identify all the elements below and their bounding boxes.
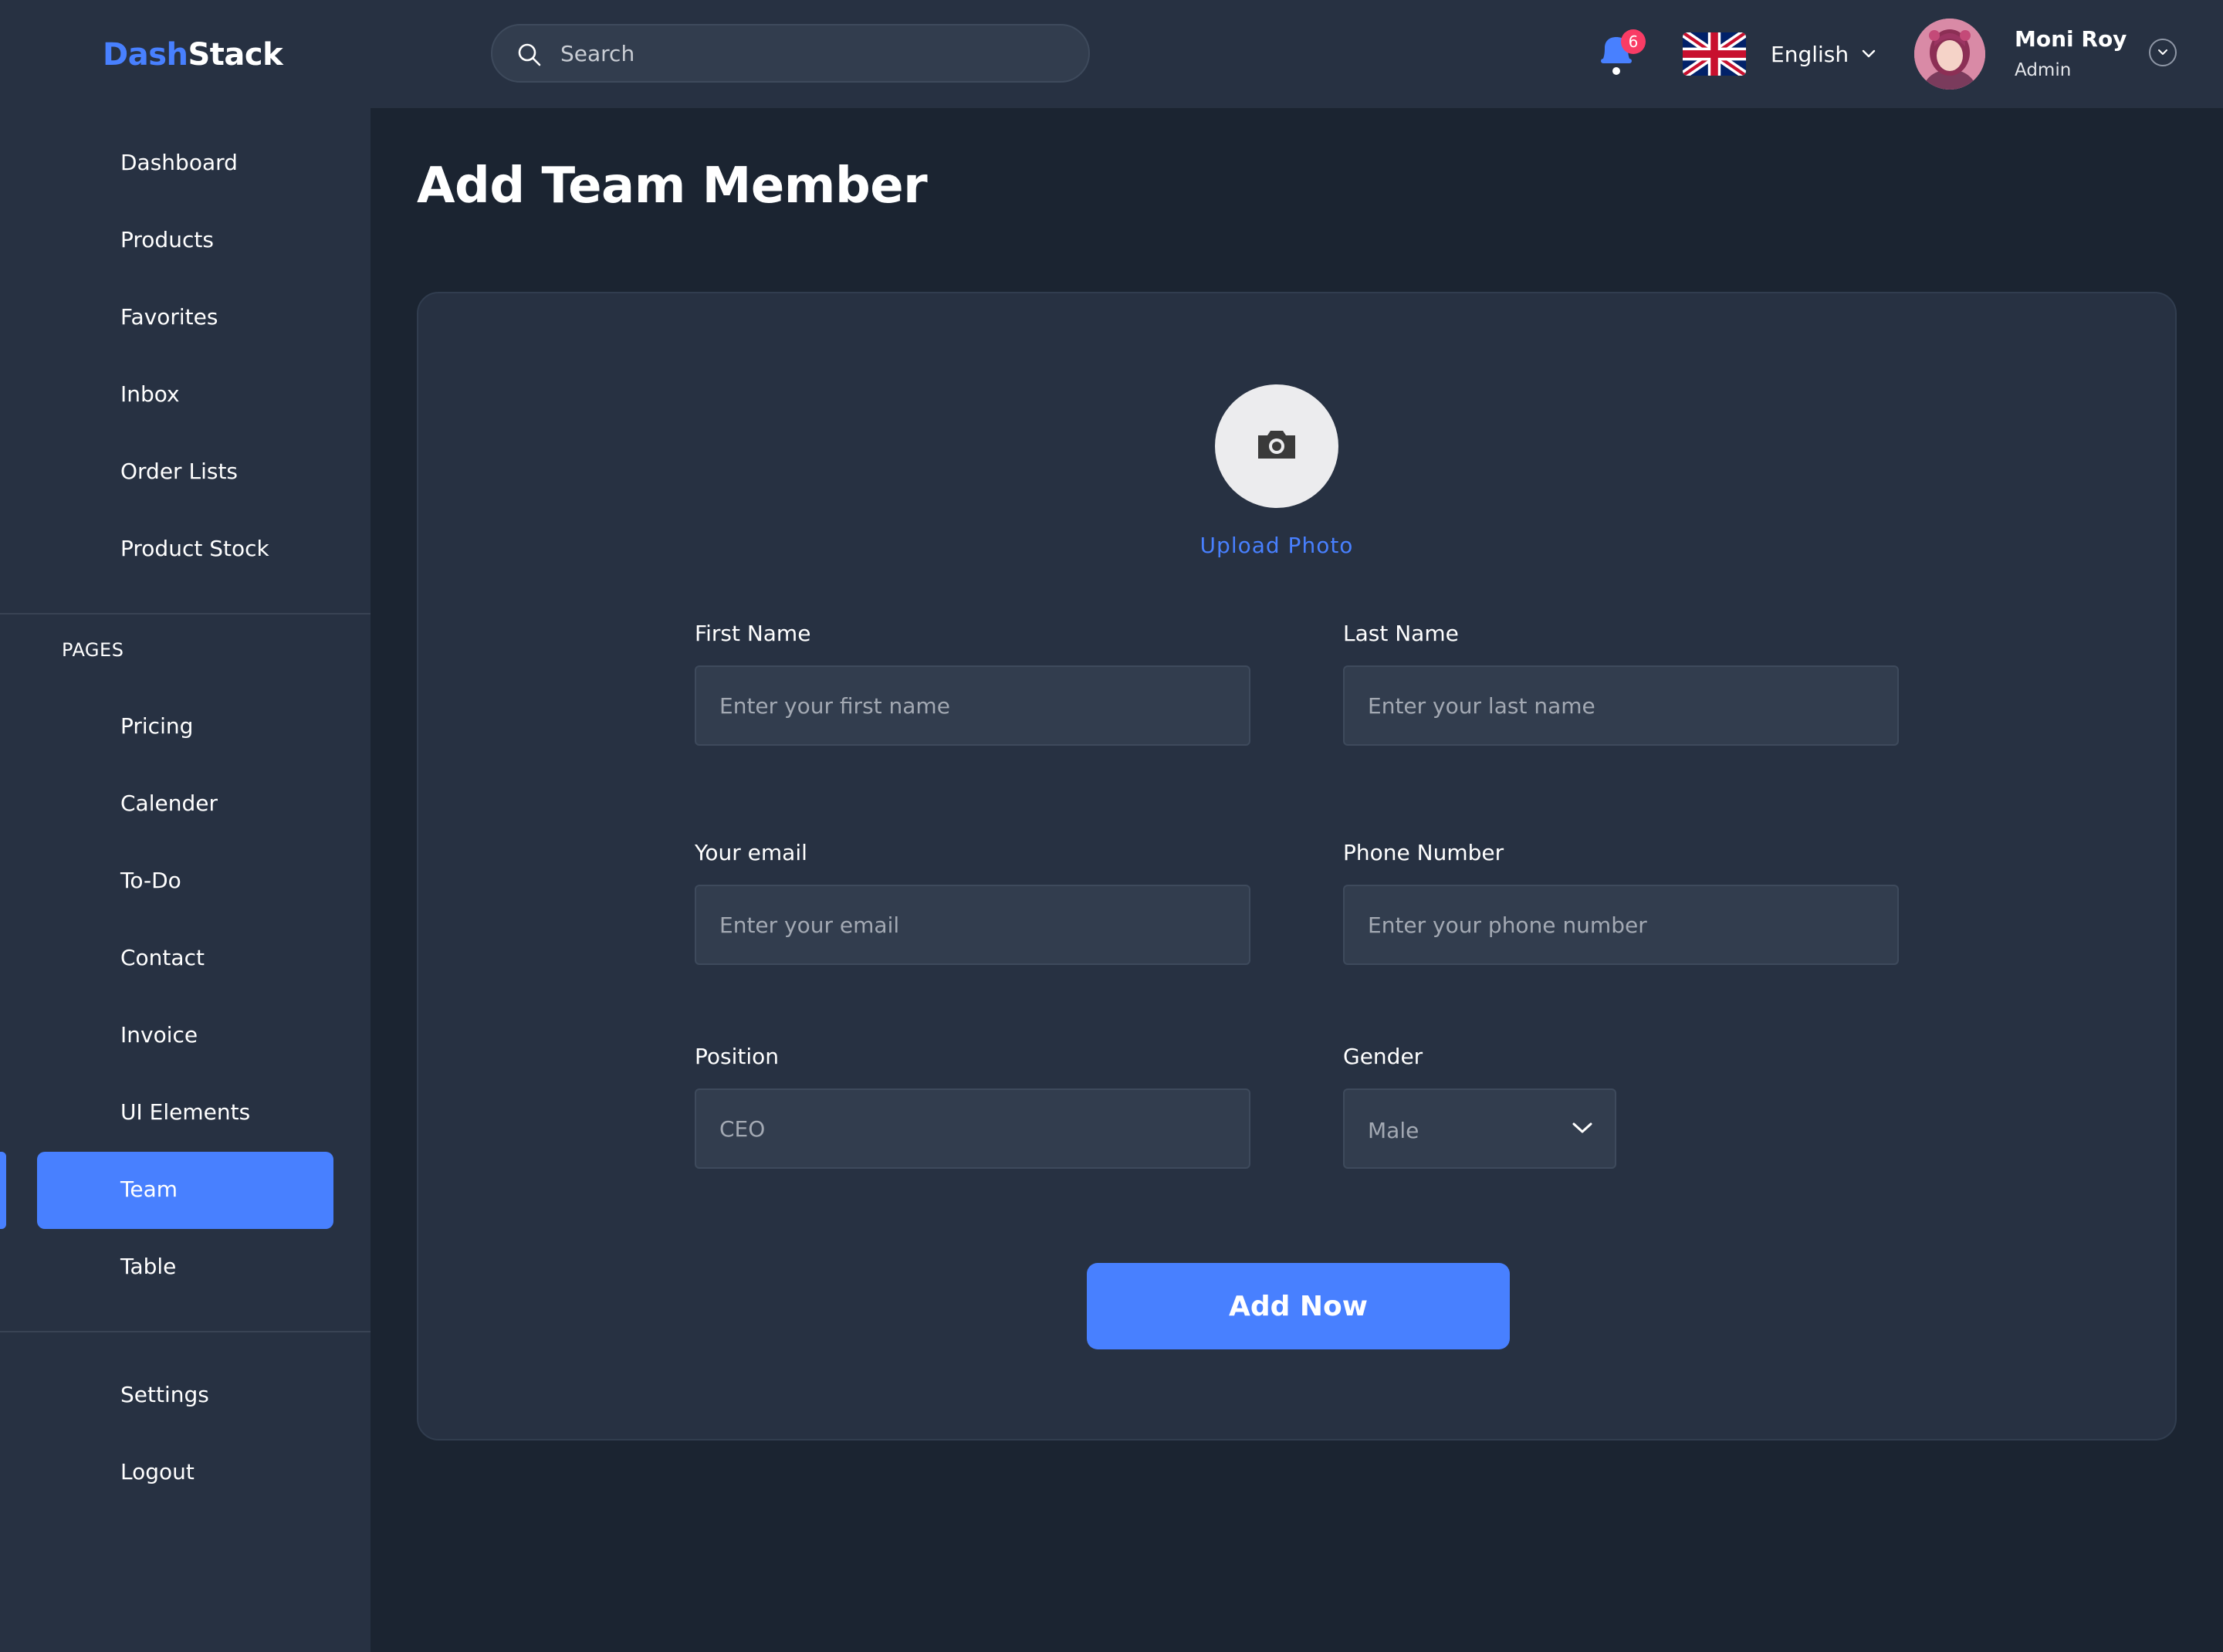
active-indicator	[0, 1152, 6, 1229]
sidebar-item-label: Settings	[120, 1382, 209, 1407]
sidebar-item-label: Product Stock	[120, 536, 269, 561]
chevron-down-icon[interactable]	[1860, 45, 1877, 62]
gender-select-value: Male	[1368, 1118, 1419, 1143]
sidebar-item-label: Dashboard	[120, 150, 238, 175]
search-icon	[518, 43, 541, 66]
position-input[interactable]	[719, 1090, 1229, 1167]
first-name-field[interactable]	[695, 665, 1250, 746]
last-name-input[interactable]	[1368, 667, 1877, 744]
email-label: Your email	[695, 840, 807, 865]
sidebar-item-label: Favorites	[120, 304, 218, 330]
first-name-label: First Name	[695, 621, 811, 646]
position-label: Position	[695, 1044, 780, 1069]
user-role: Admin	[2015, 60, 2072, 80]
sidebar-item-inbox[interactable]: Inbox	[37, 357, 333, 434]
sidebar-item-label: Pricing	[120, 713, 194, 739]
sidebar-item-product-stock[interactable]: Product Stock	[37, 511, 333, 588]
sidebar-item-label: Contact	[120, 945, 205, 970]
phone-input[interactable]	[1368, 886, 1877, 963]
search-input[interactable]	[560, 25, 1070, 81]
avatar[interactable]	[1914, 19, 1985, 90]
sidebar-item-label: UI Elements	[120, 1099, 251, 1125]
chevron-down-icon	[1572, 1122, 1592, 1133]
add-member-form-card: Upload Photo First Name Last Name Your e…	[417, 292, 2177, 1440]
sidebar-item-label: Inbox	[120, 381, 180, 407]
sidebar-item-dashboard[interactable]: Dashboard	[37, 125, 333, 202]
sidebar-divider	[0, 1331, 370, 1332]
notifications-button[interactable]: 6	[1595, 29, 1646, 76]
sidebar-item-logout[interactable]: Logout	[37, 1434, 333, 1512]
camera-icon	[1258, 431, 1295, 459]
sidebar-item-order-lists[interactable]: Order Lists	[37, 434, 333, 511]
search-box[interactable]	[491, 24, 1090, 83]
phone-field[interactable]	[1343, 885, 1899, 965]
upload-photo-button[interactable]	[1215, 384, 1338, 508]
sidebar-item-calender[interactable]: Calender	[37, 766, 333, 843]
brand-logo-part2: Stack	[188, 37, 283, 73]
sidebar-item-label: Calender	[120, 790, 218, 816]
sidebar-item-label: To-Do	[120, 868, 181, 893]
sidebar-item-team[interactable]: Team	[37, 1152, 333, 1229]
sidebar-item-label: Table	[120, 1254, 177, 1279]
add-now-button[interactable]: Add Now	[1087, 1263, 1510, 1349]
uk-flag-icon[interactable]	[1683, 32, 1746, 76]
brand-logo-part1: Dash	[103, 37, 188, 73]
email-field[interactable]	[695, 885, 1250, 965]
upload-photo-link[interactable]: Upload Photo	[1128, 533, 1425, 558]
user-name: Moni Roy	[2015, 26, 2127, 52]
sidebar: Dashboard Products Favorites Inbox Order…	[0, 108, 370, 1652]
sidebar-item-pricing[interactable]: Pricing	[37, 689, 333, 766]
first-name-input[interactable]	[719, 667, 1229, 744]
sidebar-section-label: PAGES	[62, 639, 124, 661]
page-title: Add Team Member	[417, 157, 928, 215]
sidebar-item-contact[interactable]: Contact	[37, 920, 333, 997]
sidebar-item-favorites[interactable]: Favorites	[37, 279, 333, 357]
gender-select[interactable]: Male	[1343, 1088, 1616, 1169]
sidebar-item-products[interactable]: Products	[37, 202, 333, 279]
email-input[interactable]	[719, 886, 1229, 963]
sidebar-item-table[interactable]: Table	[37, 1229, 333, 1306]
sidebar-item-invoice[interactable]: Invoice	[37, 997, 333, 1075]
language-selector[interactable]: English	[1771, 42, 1849, 67]
sidebar-item-label: Order Lists	[120, 459, 239, 484]
sidebar-item-settings[interactable]: Settings	[37, 1357, 333, 1434]
last-name-label: Last Name	[1343, 621, 1459, 646]
position-field[interactable]	[695, 1088, 1250, 1169]
profile-menu-button[interactable]	[2149, 39, 2177, 66]
gender-label: Gender	[1343, 1044, 1423, 1069]
chevron-down-icon	[2158, 49, 2167, 55]
brand-logo[interactable]: DashStack	[103, 37, 283, 73]
top-bar: DashStack 6 English	[0, 0, 2223, 108]
sidebar-item-label: Products	[120, 227, 214, 252]
sidebar-item-label: Invoice	[120, 1022, 198, 1048]
notification-count-badge: 6	[1621, 29, 1646, 54]
sidebar-divider	[0, 613, 370, 614]
sidebar-item-label: Team	[120, 1176, 178, 1202]
sidebar-item-to-do[interactable]: To-Do	[37, 843, 333, 920]
phone-label: Phone Number	[1343, 840, 1504, 865]
sidebar-item-ui-elements[interactable]: UI Elements	[37, 1075, 333, 1152]
last-name-field[interactable]	[1343, 665, 1899, 746]
sidebar-item-label: Logout	[120, 1459, 195, 1484]
